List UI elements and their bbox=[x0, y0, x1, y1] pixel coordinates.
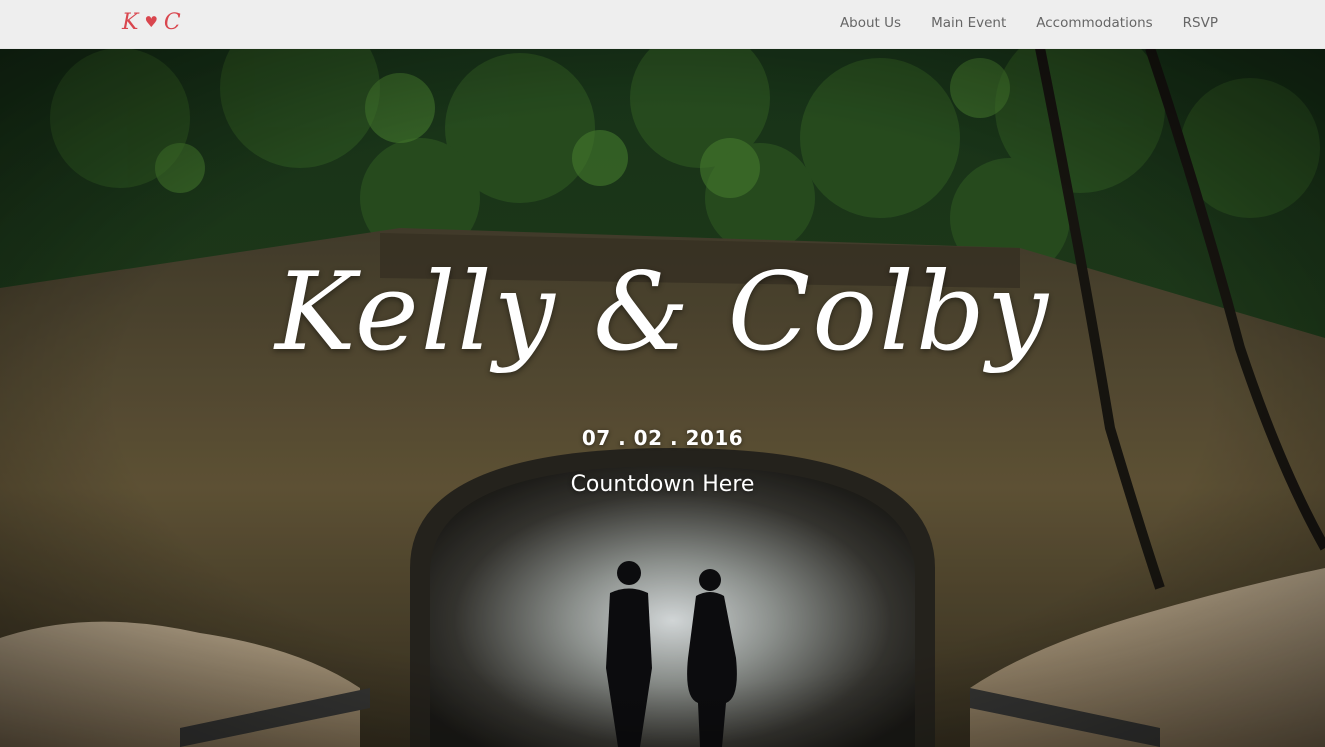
brand-initial-right: C bbox=[163, 9, 181, 35]
nav-link-rsvp[interactable]: RSVP bbox=[1183, 15, 1218, 31]
nav-link-accommodations[interactable]: Accommodations bbox=[1036, 15, 1152, 31]
nav-link-main-event[interactable]: Main Event bbox=[931, 15, 1006, 31]
heart-icon: ♥ bbox=[144, 13, 158, 31]
wedding-date: 07 . 02 . 2016 bbox=[581, 426, 744, 450]
nav-item-accommodations: Accommodations bbox=[1036, 14, 1152, 32]
nav-item-main-event: Main Event bbox=[931, 14, 1006, 32]
nav-item-about-us: About Us bbox=[840, 14, 901, 32]
hero-background-photo bbox=[0, 48, 1325, 747]
navbar: K ♥ C About Us Main Event Accommodations… bbox=[0, 0, 1325, 49]
nav-menu: About Us Main Event Accommodations RSVP bbox=[840, 0, 1218, 46]
countdown-text: Countdown Here bbox=[570, 472, 755, 497]
nav-link-about-us[interactable]: About Us bbox=[840, 15, 901, 31]
couple-title: Kelly & Colby bbox=[275, 250, 1050, 375]
brand-initial-left: K bbox=[122, 9, 139, 35]
hero-section: Kelly & Colby 07 . 02 . 2016 Countdown H… bbox=[0, 48, 1325, 747]
nav-item-rsvp: RSVP bbox=[1183, 14, 1218, 32]
brand-logo[interactable]: K ♥ C bbox=[122, 6, 181, 38]
